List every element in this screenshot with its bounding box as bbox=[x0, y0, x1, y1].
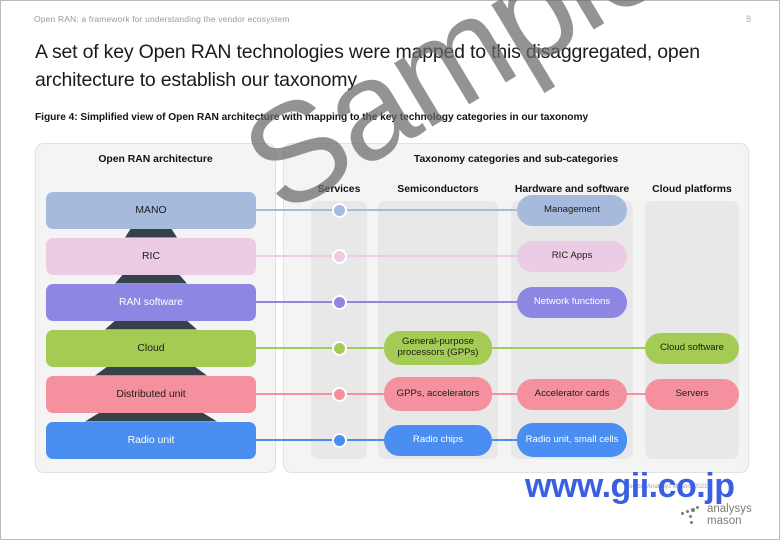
column-group-semiconductors bbox=[378, 201, 498, 459]
column-group-hardware-software bbox=[511, 201, 633, 459]
taxonomy-item-general-purpose-processors-gpps[interactable]: General-purpose processors (GPPs) bbox=[384, 331, 492, 365]
taxonomy-item-management[interactable]: Management bbox=[517, 194, 627, 226]
architecture-layer-mano[interactable]: MANO bbox=[46, 191, 256, 229]
taxonomy-item-network-functions[interactable]: Network functions bbox=[517, 286, 627, 318]
services-node[interactable] bbox=[331, 294, 347, 310]
taxonomy-item-gpps-accelerators[interactable]: GPPs, accelerators bbox=[384, 377, 492, 411]
logo-dots-icon bbox=[681, 506, 705, 526]
logo-line-2: mason bbox=[707, 515, 742, 528]
taxonomy-item-servers[interactable]: Servers bbox=[645, 378, 739, 410]
taxonomy-diagram: Open RAN architecture Taxonomy categorie… bbox=[35, 143, 749, 473]
architecture-layer-ran-software[interactable]: RAN software bbox=[46, 283, 256, 321]
page-number: 8 bbox=[745, 14, 751, 24]
taxonomy-item-ric-apps[interactable]: RIC Apps bbox=[517, 240, 627, 272]
taxonomy-item-radio-unit-small-cells[interactable]: Radio unit, small cells bbox=[517, 423, 627, 457]
architecture-layer-distributed-unit[interactable]: Distributed unit bbox=[46, 375, 256, 413]
taxonomy-item-radio-chips[interactable]: Radio chips bbox=[384, 424, 492, 456]
architecture-layer-ric[interactable]: RIC bbox=[46, 237, 256, 275]
column-group-cloud-platforms bbox=[645, 201, 739, 459]
architecture-layer-cloud[interactable]: Cloud bbox=[46, 329, 256, 367]
logo-text: analysys mason bbox=[707, 503, 752, 528]
right-panel-heading: Taxonomy categories and sub-categories bbox=[413, 154, 619, 165]
services-node[interactable] bbox=[331, 386, 347, 402]
figure-caption: Figure 4: Simplified view of Open RAN ar… bbox=[35, 112, 589, 123]
document-header-title: Open RAN: a framework for understanding … bbox=[34, 14, 290, 24]
architecture-layer-radio-unit[interactable]: Radio unit bbox=[46, 421, 256, 459]
services-node[interactable] bbox=[331, 248, 347, 264]
column-group-services bbox=[311, 201, 367, 459]
page-title: A set of key Open RAN technologies were … bbox=[35, 41, 700, 91]
left-panel-heading: Open RAN architecture bbox=[98, 154, 213, 165]
services-node[interactable] bbox=[331, 432, 347, 448]
services-node[interactable] bbox=[331, 340, 347, 356]
slide-page: Open RAN: a framework for understanding … bbox=[0, 0, 780, 540]
taxonomy-item-accelerator-cards[interactable]: Accelerator cards bbox=[517, 378, 627, 410]
url-watermark: www.gii.co.jp bbox=[525, 467, 735, 505]
column-header-cloud-platforms: Cloud platforms bbox=[652, 184, 732, 195]
document-header: Open RAN: a framework for understanding … bbox=[34, 14, 751, 24]
taxonomy-item-cloud-software[interactable]: Cloud software bbox=[645, 332, 739, 364]
services-node[interactable] bbox=[331, 202, 347, 218]
